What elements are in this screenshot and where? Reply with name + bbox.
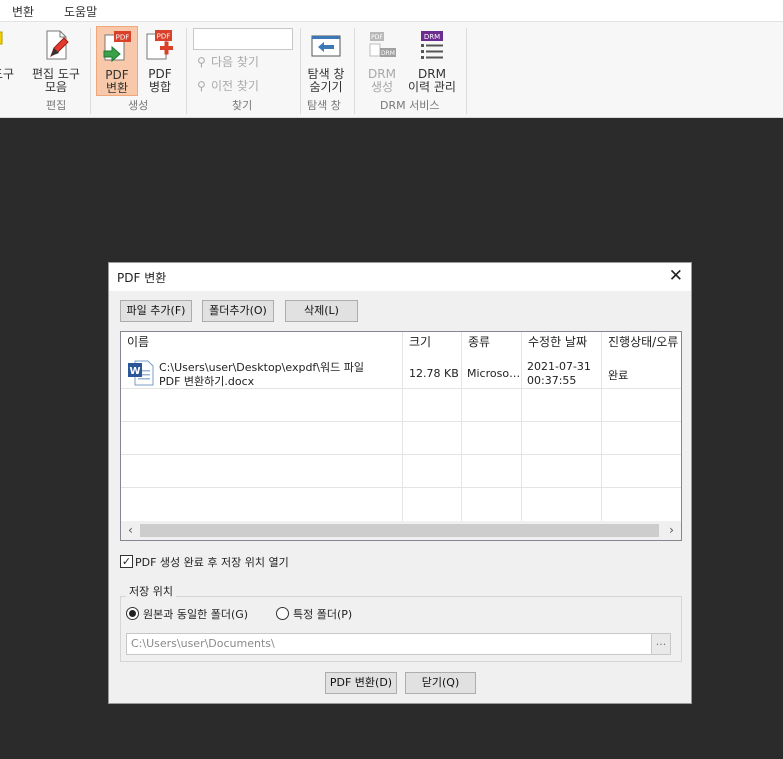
file-date: 2021-07-31 bbox=[527, 360, 591, 373]
svg-text:PDF: PDF bbox=[116, 34, 130, 42]
svg-text:DRM: DRM bbox=[381, 50, 395, 57]
svg-text:DRM: DRM bbox=[424, 33, 440, 41]
group-label-edit: 편집 bbox=[46, 99, 67, 112]
browse-button[interactable]: ... bbox=[651, 634, 670, 654]
drm-history-button[interactable]: DRM DRM 이력 관리 bbox=[404, 22, 460, 94]
column-header-type[interactable]: 종류 bbox=[462, 332, 522, 354]
group-label-create: 생성 bbox=[128, 99, 149, 112]
partial-tool-button[interactable]: 도구 bbox=[0, 22, 16, 94]
column-header-status[interactable]: 진행상태/오류 bbox=[602, 332, 681, 354]
dialog-titlebar: PDF 변환 ✕ bbox=[109, 263, 691, 291]
search-icon: ⚲ bbox=[197, 55, 206, 69]
file-size: 12.78 KB bbox=[409, 367, 459, 380]
pdf-merge-button[interactable]: PDF PDF 병합 bbox=[141, 22, 179, 94]
group-divider bbox=[466, 28, 467, 114]
menu-bar: 변환 도움말 bbox=[0, 0, 783, 22]
row-divider bbox=[121, 454, 681, 455]
add-file-button[interactable]: 파일 추가(F) bbox=[120, 300, 192, 322]
pdf-merge-icon: PDF bbox=[146, 30, 173, 60]
file-type: Microso… bbox=[467, 367, 521, 380]
find-input[interactable] bbox=[193, 28, 293, 50]
save-path-field[interactable]: C:\Users\user\Documents\ ... bbox=[126, 633, 671, 655]
row-divider bbox=[121, 487, 681, 488]
file-name: PDF 변환하기.docx bbox=[159, 375, 255, 388]
delete-button[interactable]: 삭제(L) bbox=[285, 300, 358, 322]
svg-text:W: W bbox=[129, 366, 140, 377]
group-divider bbox=[354, 28, 355, 114]
scrollbar-thumb[interactable] bbox=[140, 524, 659, 537]
open-after-label[interactable]: PDF 생성 완료 후 저장 위치 열기 bbox=[135, 554, 289, 570]
group-divider bbox=[300, 28, 301, 114]
radio-specific-folder[interactable] bbox=[276, 607, 289, 620]
drm-create-button[interactable]: PDF DRM DRM 생성 bbox=[362, 22, 402, 94]
menu-help[interactable]: 도움말 bbox=[64, 3, 97, 20]
partial-tool-icon bbox=[0, 31, 3, 45]
group-label-drm: DRM 서비스 bbox=[380, 99, 440, 112]
word-doc-icon: W bbox=[128, 360, 154, 386]
pdf-convert-dialog: PDF 변환 ✕ 파일 추가(F) 폴더추가(O) 삭제(L) 이름 크기 종류… bbox=[108, 262, 692, 704]
ribbon: 도구 편집 도구 모음 편집 PDF PDF 변환 PDF PDF bbox=[0, 22, 783, 118]
file-list[interactable]: 이름 크기 종류 수정한 날짜 진행상태/오류 W C:\Users\user\… bbox=[120, 331, 682, 541]
hide-nav-icon bbox=[311, 35, 341, 57]
radio-specific-folder-label[interactable]: 특정 폴더(P) bbox=[293, 606, 352, 622]
column-divider bbox=[601, 332, 602, 522]
pdf-convert-icon: PDF bbox=[103, 31, 131, 63]
find-prev-button[interactable]: ⚲ 이전 찾기 bbox=[197, 77, 259, 94]
group-label-nav: 탐색 창 bbox=[307, 99, 341, 112]
dialog-title: PDF 변환 bbox=[117, 271, 167, 285]
drm-history-icon: DRM bbox=[421, 31, 443, 59]
edit-toolbar-icon bbox=[46, 30, 69, 60]
add-folder-button[interactable]: 폴더추가(O) bbox=[202, 300, 274, 322]
column-header-size[interactable]: 크기 bbox=[403, 332, 462, 354]
file-status: 완료 bbox=[608, 369, 629, 382]
radio-same-folder[interactable] bbox=[126, 607, 139, 620]
column-divider bbox=[461, 332, 462, 522]
find-next-button[interactable]: ⚲ 다음 찾기 bbox=[197, 53, 259, 70]
pdf-convert-button[interactable]: PDF PDF 변환 bbox=[96, 26, 138, 96]
close-dialog-button[interactable]: 닫기(Q) bbox=[405, 672, 476, 694]
search-icon: ⚲ bbox=[197, 79, 206, 93]
scroll-right-icon[interactable]: › bbox=[663, 522, 680, 539]
radio-selected-dot bbox=[129, 610, 136, 617]
column-header-date[interactable]: 수정한 날짜 bbox=[522, 332, 602, 354]
pdf-convert-run-button[interactable]: PDF 변환(D) bbox=[325, 672, 397, 694]
open-after-checkbox[interactable]: ✓ bbox=[120, 555, 133, 568]
scroll-left-icon[interactable]: ‹ bbox=[122, 522, 139, 539]
file-time: 00:37:55 bbox=[527, 374, 577, 387]
row-divider bbox=[121, 421, 681, 422]
checkbox-check-icon: ✓ bbox=[121, 555, 132, 568]
column-divider bbox=[402, 332, 403, 522]
radio-same-folder-label[interactable]: 원본과 동일한 폴더(G) bbox=[143, 606, 248, 622]
save-location-title: 저장 위치 bbox=[126, 583, 176, 599]
close-icon[interactable]: ✕ bbox=[669, 266, 683, 286]
horizontal-scrollbar[interactable]: ‹ › bbox=[121, 521, 681, 540]
svg-text:PDF: PDF bbox=[157, 33, 171, 41]
drm-create-icon: PDF DRM bbox=[369, 32, 396, 57]
hide-nav-button[interactable]: 탐색 창 숨기기 bbox=[303, 22, 349, 94]
edit-toolbar-button[interactable]: 편집 도구 모음 bbox=[28, 22, 84, 94]
column-divider bbox=[521, 332, 522, 522]
group-divider bbox=[90, 28, 91, 114]
column-header-name[interactable]: 이름 bbox=[121, 332, 403, 354]
group-label-find: 찾기 bbox=[232, 99, 253, 112]
menu-convert[interactable]: 변환 bbox=[12, 3, 34, 20]
svg-text:PDF: PDF bbox=[371, 34, 383, 41]
group-divider bbox=[186, 28, 187, 114]
save-path-value: C:\Users\user\Documents\ bbox=[131, 637, 275, 650]
